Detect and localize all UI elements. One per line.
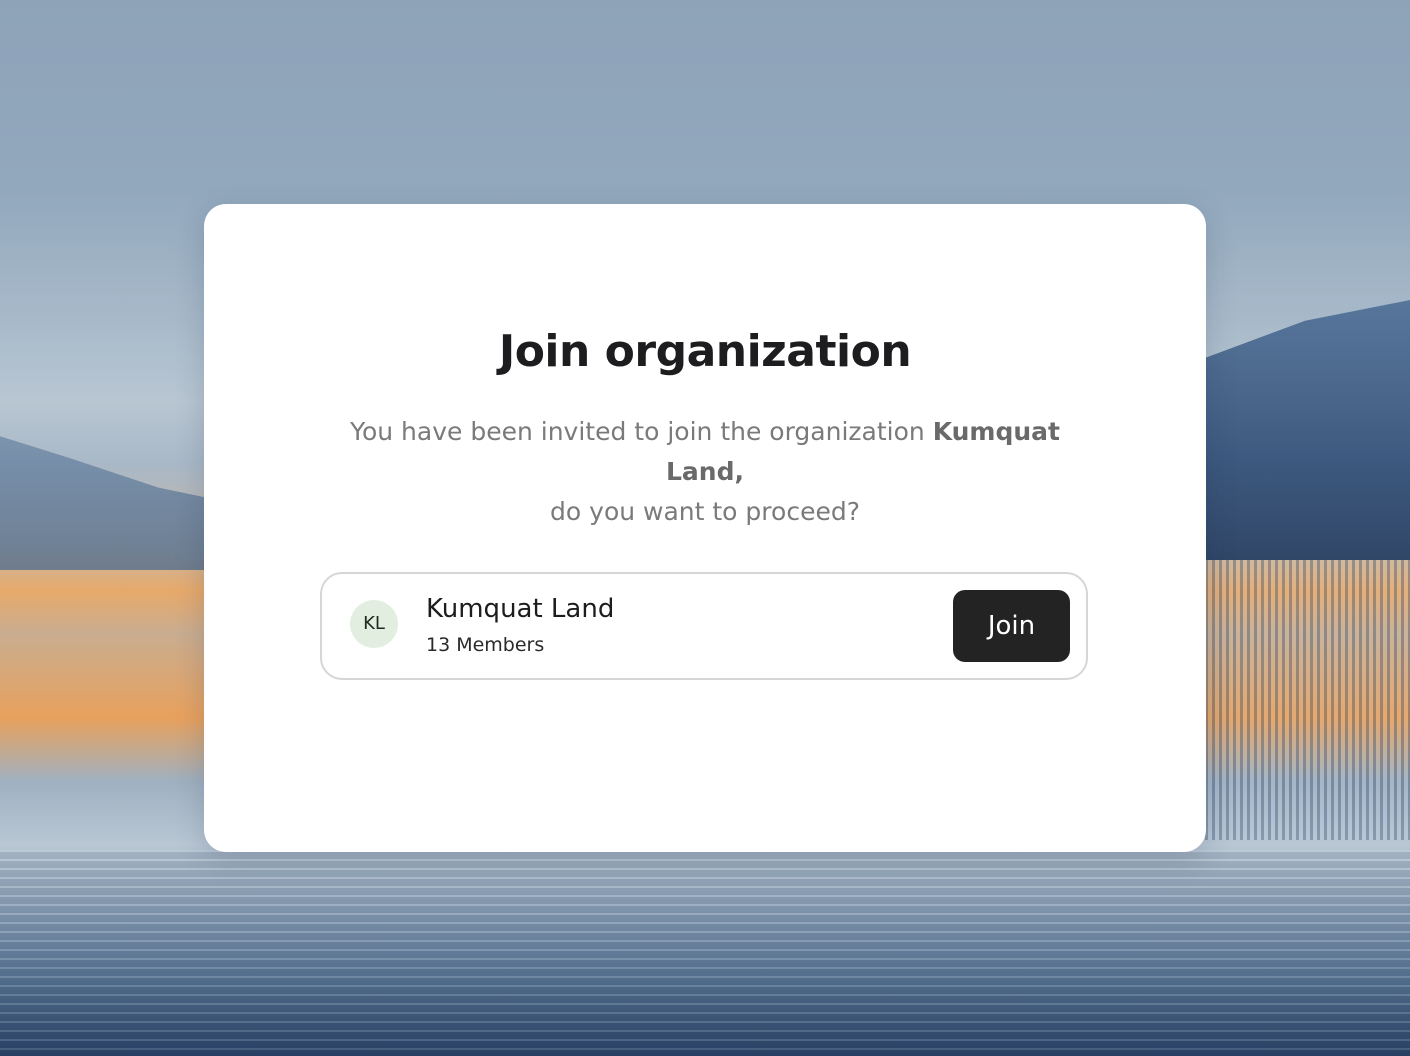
organization-row: KL Kumquat Land 13 Members Join — [320, 572, 1088, 680]
organization-name: Kumquat Land — [426, 594, 615, 624]
water-bands-decoration — [0, 850, 1410, 1056]
water-reflection-decoration — [1170, 560, 1410, 840]
description-prefix: You have been invited to join the organi… — [350, 417, 933, 446]
join-organization-dialog: Join organization You have been invited … — [204, 204, 1206, 852]
dialog-title: Join organization — [498, 326, 912, 377]
dialog-description: You have been invited to join the organi… — [314, 412, 1096, 532]
join-button[interactable]: Join — [953, 590, 1070, 662]
organization-member-count: 13 Members — [426, 634, 545, 656]
organization-avatar: KL — [350, 600, 398, 648]
description-suffix: do you want to proceed? — [550, 497, 860, 526]
